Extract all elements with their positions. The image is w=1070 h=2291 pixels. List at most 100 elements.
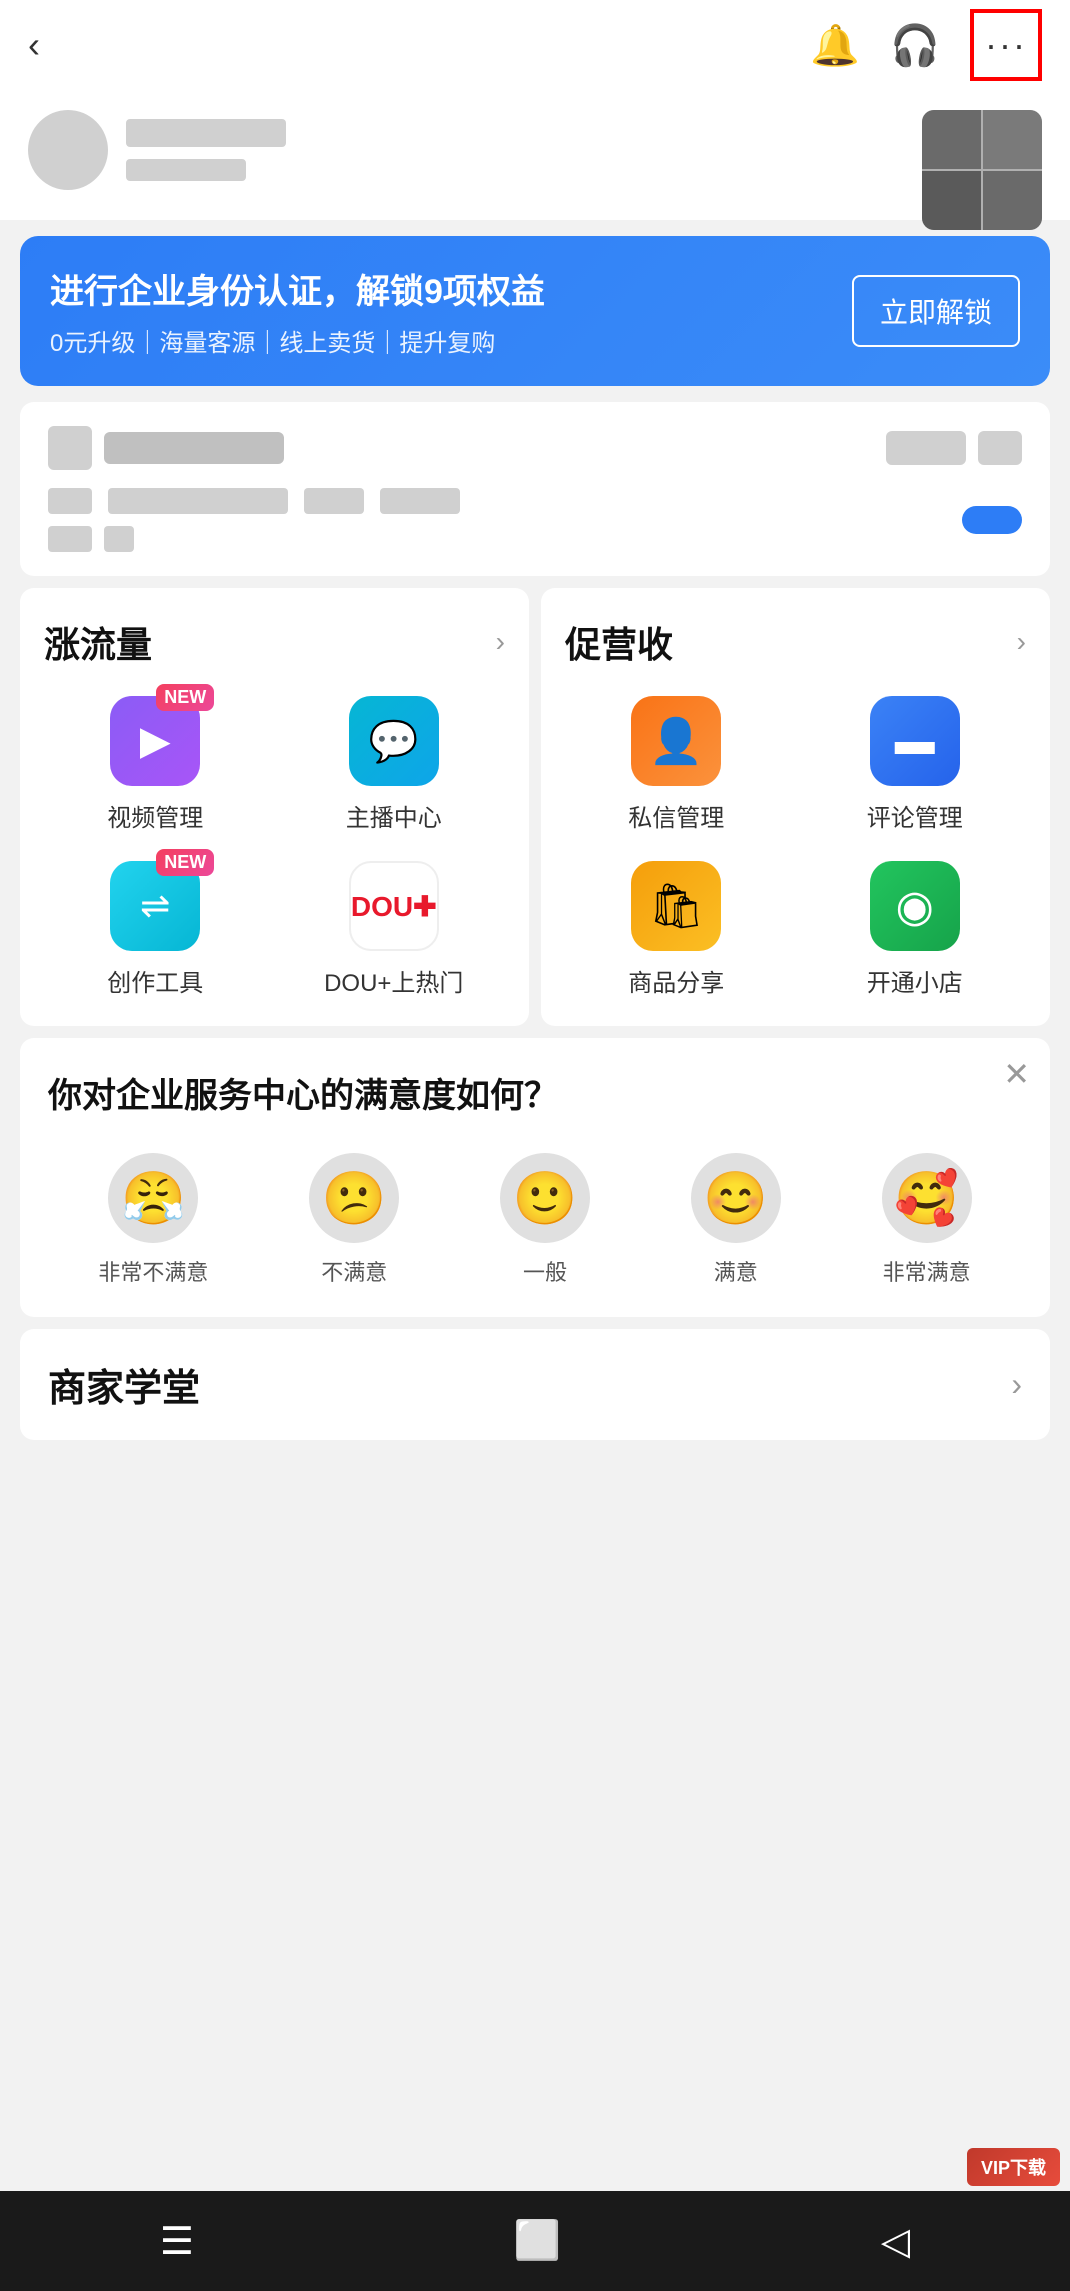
top-bar: ‹ 🔔 🎧 ··· — [0, 0, 1070, 90]
emoji-bad-face: 😕 — [309, 1153, 399, 1243]
headset-icon[interactable]: 🎧 — [890, 22, 940, 69]
satisfaction-title: 你对企业服务中心的满意度如何？ — [48, 1068, 1022, 1117]
more-menu-button[interactable]: ··· — [970, 9, 1042, 81]
satisfaction-good[interactable]: 😊 满意 — [691, 1153, 781, 1287]
new-badge-video: NEW — [156, 684, 214, 711]
emoji-neutral-face: 🙂 — [500, 1153, 590, 1243]
feature-icon-wrap-dou: DOU✚ — [349, 861, 439, 951]
feature-label-shop: 开通小店 — [867, 963, 963, 998]
nav-back-icon: ◁ — [881, 2219, 910, 2264]
profile-left — [28, 110, 1042, 190]
emoji-neutral-label: 一般 — [523, 1255, 567, 1287]
satisfaction-very-bad[interactable]: 😤 非常不满意 — [98, 1153, 208, 1287]
stats-action-button[interactable] — [962, 506, 1022, 534]
bottom-nav: ☰ ⬜ ◁ — [0, 2191, 1070, 2291]
avatar-placeholder — [28, 110, 108, 190]
feature-icon-wrap-shop: ◉ — [870, 861, 960, 951]
more-icon: ··· — [985, 24, 1027, 66]
emoji-good-label: 满意 — [714, 1255, 758, 1287]
emoji-good-face: 😊 — [691, 1153, 781, 1243]
bell-icon[interactable]: 🔔 — [810, 22, 860, 69]
promo-title: 进行企业身份认证，解锁9项权益 — [50, 264, 545, 313]
dou-icon: DOU✚ — [349, 861, 439, 951]
new-badge-creation: NEW — [156, 849, 214, 876]
features-grid: 涨流量 › ▶ NEW 视频管理 💬 — [20, 588, 1050, 1026]
stats-row-1 — [48, 488, 460, 514]
avatar-cell-3 — [922, 171, 981, 230]
feature-label-video: 视频管理 — [107, 798, 203, 833]
satisfaction-neutral[interactable]: 🙂 一般 — [500, 1153, 590, 1287]
feature-item-creation[interactable]: ⇌ NEW 创作工具 — [44, 861, 267, 998]
emoji-very-good-face: 🥰 — [882, 1153, 972, 1243]
feature-label-dou: DOU+上热门 — [324, 963, 463, 998]
avatar-cell-4 — [983, 171, 1042, 230]
stats-card — [20, 402, 1050, 576]
feature-label-creation: 创作工具 — [107, 963, 203, 998]
stats-val-2 — [304, 488, 364, 514]
promo-banner: 进行企业身份认证，解锁9项权益 0元升级｜海量客源｜线上卖货｜提升复购 立即解锁 — [20, 236, 1050, 386]
vip-watermark: VIP下载 — [967, 2148, 1060, 2186]
avatar-cell-1 — [922, 110, 981, 169]
feature-panel-traffic-header: 涨流量 › — [44, 616, 505, 668]
feature-item-product[interactable]: 🛍 商品分享 — [565, 861, 788, 998]
nav-back-button[interactable]: ◁ — [881, 2219, 910, 2264]
feature-item-comment[interactable]: ▬ 评论管理 — [804, 696, 1027, 833]
satisfaction-close-button[interactable]: ✕ — [1003, 1058, 1030, 1090]
feature-panel-traffic-title: 涨流量 — [44, 616, 152, 668]
feature-panel-revenue-header: 促营收 › — [565, 616, 1026, 668]
feature-label-product: 商品分享 — [628, 963, 724, 998]
nav-home-button[interactable]: ⬜ — [514, 2219, 561, 2263]
satisfaction-emojis: 😤 非常不满意 😕 不满意 🙂 一般 😊 满意 🥰 非常满意 — [48, 1153, 1022, 1287]
home-icon: ⬜ — [514, 2219, 561, 2263]
feature-item-dm[interactable]: 👤 私信管理 — [565, 696, 788, 833]
feature-item-dou[interactable]: DOU✚ DOU+上热门 — [283, 861, 506, 998]
stats-row-details — [48, 488, 1022, 552]
feature-icon-wrap-comment: ▬ — [870, 696, 960, 786]
feature-panel-traffic-chevron[interactable]: › — [496, 626, 505, 658]
product-icon: 🛍 — [631, 861, 721, 951]
stats-badge-2 — [978, 431, 1022, 465]
stats-icon — [48, 426, 92, 470]
merchant-school-chevron[interactable]: › — [1011, 1366, 1022, 1403]
emoji-very-bad-face: 😤 — [108, 1153, 198, 1243]
stats-sub-label — [48, 526, 92, 552]
feature-icon-wrap-product: 🛍 — [631, 861, 721, 951]
stats-info-block — [48, 488, 460, 552]
shop-icon: ◉ — [870, 861, 960, 951]
stats-header — [48, 426, 1022, 470]
feature-icon-wrap-video: ▶ NEW — [110, 696, 200, 786]
stats-val-3 — [380, 488, 460, 514]
top-bar-right: 🔔 🎧 ··· — [810, 9, 1042, 81]
avatar-cell-2 — [983, 110, 1042, 169]
feature-item-shop[interactable]: ◉ 开通小店 — [804, 861, 1027, 998]
feature-label-anchor: 主播中心 — [346, 798, 442, 833]
satisfaction-very-good[interactable]: 🥰 非常满意 — [882, 1153, 972, 1287]
feature-panel-traffic: 涨流量 › ▶ NEW 视频管理 💬 — [20, 588, 529, 1026]
promo-subtitle: 0元升级｜海量客源｜线上卖货｜提升复购 — [50, 323, 545, 358]
feature-icons-revenue: 👤 私信管理 ▬ 评论管理 🛍 — [565, 696, 1026, 998]
profile-subtitle — [126, 159, 246, 181]
feature-label-comment: 评论管理 — [867, 798, 963, 833]
stats-badge-1 — [886, 431, 966, 465]
satisfaction-section: ✕ 你对企业服务中心的满意度如何？ 😤 非常不满意 😕 不满意 🙂 一般 😊 满… — [20, 1038, 1050, 1317]
profile-name — [126, 119, 286, 147]
feature-item-video[interactable]: ▶ NEW 视频管理 — [44, 696, 267, 833]
stats-val-1 — [108, 488, 288, 514]
menu-icon: ☰ — [160, 2219, 194, 2264]
feature-item-anchor[interactable]: 💬 主播中心 — [283, 696, 506, 833]
profile-avatar-photo — [922, 110, 1042, 230]
feature-panel-revenue-chevron[interactable]: › — [1017, 626, 1026, 658]
feature-label-dm: 私信管理 — [628, 798, 724, 833]
feature-panel-revenue: 促营收 › 👤 私信管理 ▬ 评论管理 — [541, 588, 1050, 1026]
nav-menu-button[interactable]: ☰ — [160, 2219, 194, 2264]
stats-header-right — [886, 431, 1022, 465]
comment-icon: ▬ — [870, 696, 960, 786]
feature-icon-wrap-anchor: 💬 — [349, 696, 439, 786]
stats-header-left — [48, 426, 284, 470]
emoji-very-bad-label: 非常不满意 — [98, 1255, 208, 1287]
merchant-school-section[interactable]: 商家学堂 › — [20, 1329, 1050, 1440]
back-button[interactable]: ‹ — [28, 24, 40, 66]
satisfaction-bad[interactable]: 😕 不满意 — [309, 1153, 399, 1287]
merchant-school-title: 商家学堂 — [48, 1357, 200, 1412]
promo-unlock-button[interactable]: 立即解锁 — [852, 275, 1020, 347]
